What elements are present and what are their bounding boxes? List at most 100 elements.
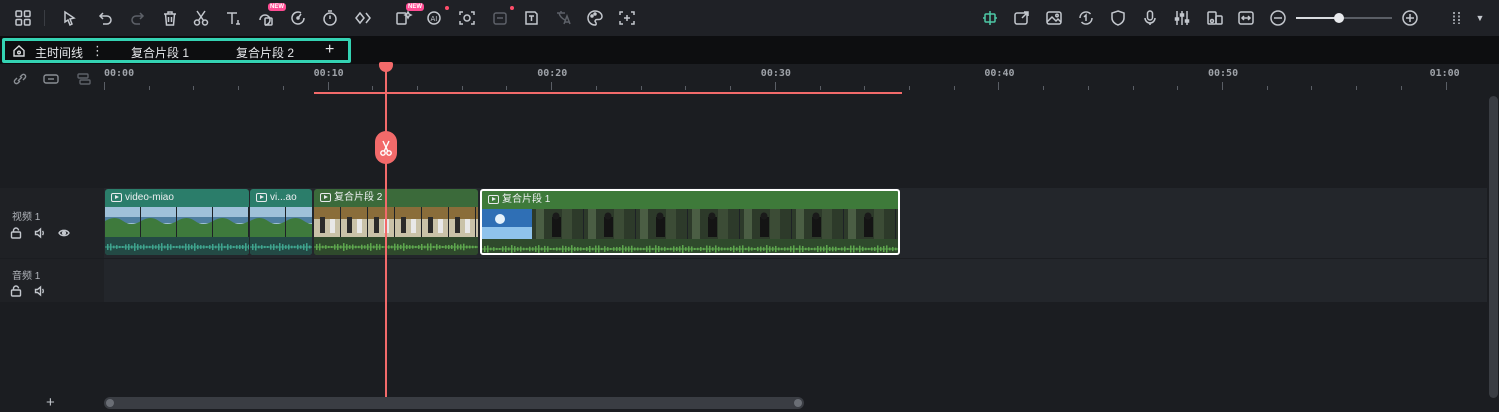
audio-track-header: 音频 1 (0, 259, 104, 302)
video-track-name: 视频 1 (12, 212, 41, 223)
ruler-tick (909, 86, 910, 90)
ruler-tick (1177, 86, 1178, 90)
lock-icon[interactable] (10, 226, 22, 239)
lock-icon[interactable] (10, 284, 22, 297)
playhead[interactable] (385, 64, 387, 398)
ruler-tick (820, 86, 821, 90)
volume-icon[interactable] (34, 226, 46, 239)
work-area-range[interactable] (314, 92, 902, 94)
microphone-icon[interactable] (1138, 6, 1162, 30)
clip-title-text: 复合片段 1 (502, 194, 551, 205)
eye-icon[interactable] (58, 226, 70, 238)
speed-icon[interactable] (286, 6, 310, 30)
crop-icon[interactable]: NEW (254, 3, 286, 30)
zoom-in-icon[interactable] (1398, 6, 1422, 30)
ruler-tick (775, 82, 776, 90)
cut-icon[interactable] (189, 6, 213, 30)
timeline-clip[interactable]: vi...ao (250, 189, 312, 255)
vertical-scrollbar[interactable] (1489, 96, 1498, 398)
ai-image-icon[interactable] (455, 6, 479, 30)
clip-audio-waveform (105, 237, 249, 255)
redo-icon[interactable] (126, 6, 150, 30)
svg-text:AI: AI (431, 15, 438, 23)
new-badge: NEW (268, 3, 286, 11)
ruler-tick (1267, 86, 1268, 90)
clip-play-icon (111, 193, 122, 202)
export-clip-icon[interactable] (1010, 6, 1034, 30)
ai-auto-icon[interactable]: NEW (392, 3, 424, 30)
video-track-header: 视频 1 (0, 188, 104, 258)
breadcrumb (0, 36, 1499, 64)
zoom-slider[interactable] (1296, 13, 1392, 23)
ruler-tick (283, 86, 284, 90)
ruler-tick (864, 86, 865, 90)
clip-title-text: 复合片段 2 (334, 192, 383, 203)
audio-track-name: 音频 1 (12, 271, 41, 282)
video-editor-timeline: ▼ NEW NEW AI 主时间线 ⋮ 复合片段 1 复合片段 2 + 00:00 0… (0, 0, 1499, 412)
ruler-time-label: 01:00 (1429, 68, 1460, 79)
add-track-button[interactable]: + (46, 394, 55, 411)
ai-remove-icon[interactable] (488, 6, 514, 30)
ai-color-icon[interactable] (583, 6, 607, 30)
undo-icon[interactable] (93, 6, 117, 30)
split-at-playhead-button[interactable] (375, 131, 397, 164)
horizontal-scrollbar[interactable] (104, 397, 804, 409)
timeline-clip[interactable]: video-miao (105, 189, 249, 255)
ruler-tick (596, 86, 597, 90)
select-cursor-icon[interactable] (58, 6, 82, 30)
timeline-toolbar: ▼ NEW NEW AI (0, 0, 1499, 36)
chevron-down-icon[interactable]: ▼ (1470, 6, 1490, 30)
timeline-clip[interactable]: 复合片段 1 (480, 189, 900, 255)
time-ruler[interactable]: 00:00 00:10 00:20 00:30 00:40 00:50 01:00 (0, 64, 1499, 98)
layout-grid-icon[interactable] (11, 6, 35, 30)
photo-icon[interactable] (1042, 6, 1066, 30)
breadcrumb-compound-clip-1[interactable]: 复合片段 1 (131, 44, 189, 61)
timeline-clip[interactable]: 复合片段 2 (314, 189, 478, 255)
ai-text-icon[interactable] (519, 6, 543, 30)
add-breadcrumb-button[interactable]: + (325, 41, 334, 59)
shield-icon[interactable] (1106, 6, 1130, 30)
new-badge: NEW (406, 3, 424, 11)
home-icon[interactable] (12, 44, 26, 58)
translate-icon[interactable] (552, 6, 576, 30)
track-layout-icon[interactable] (76, 72, 92, 86)
breadcrumb-more-icon[interactable]: ⋮ (91, 43, 104, 59)
clip-play-icon (320, 193, 331, 202)
audio-track[interactable] (0, 258, 1487, 302)
smart-crop-icon[interactable] (615, 6, 639, 30)
notification-dot (445, 6, 449, 10)
breadcrumb-compound-clip-2[interactable]: 复合片段 2 (236, 44, 294, 61)
audio-mixer-icon[interactable] (1170, 6, 1194, 30)
group-link-icon[interactable] (43, 72, 59, 86)
ruler-tick (1401, 86, 1402, 90)
delete-icon[interactable] (158, 6, 182, 30)
zoom-slider-handle[interactable] (1334, 13, 1345, 23)
clip-title-text: video-miao (125, 192, 174, 203)
clip-audio-waveform (250, 237, 312, 255)
clip-thumbnails (250, 207, 312, 237)
ruler-tick (1133, 86, 1134, 90)
timer-icon[interactable] (318, 6, 342, 30)
zoom-out-icon[interactable] (1266, 6, 1290, 30)
scrollbar-right-handle[interactable] (794, 399, 802, 407)
ruler-tick (506, 86, 507, 90)
scrollbar-left-handle[interactable] (106, 399, 114, 407)
ruler-tick (1446, 82, 1447, 90)
keyframe-icon[interactable] (351, 6, 375, 30)
link-icon[interactable] (12, 72, 28, 86)
panel-layout-icon[interactable] (1447, 6, 1471, 30)
ruler-tick (551, 82, 552, 90)
fit-width-icon[interactable] (1234, 6, 1258, 30)
volume-icon[interactable] (34, 284, 46, 297)
snap-icon[interactable] (978, 6, 1002, 30)
multicam-icon[interactable] (1203, 6, 1227, 30)
loop-icon[interactable] (1074, 6, 1098, 30)
text-icon[interactable] (221, 6, 245, 30)
ai-voice-icon[interactable]: AI (423, 6, 449, 30)
breadcrumb-main-timeline[interactable]: 主时间线 (35, 44, 83, 61)
clip-title: 复合片段 2 (314, 189, 478, 207)
scissors-icon (380, 140, 392, 156)
clip-play-icon (488, 195, 499, 204)
clip-title: 复合片段 1 (482, 191, 898, 209)
ruler-time-label: 00:30 (760, 68, 791, 79)
